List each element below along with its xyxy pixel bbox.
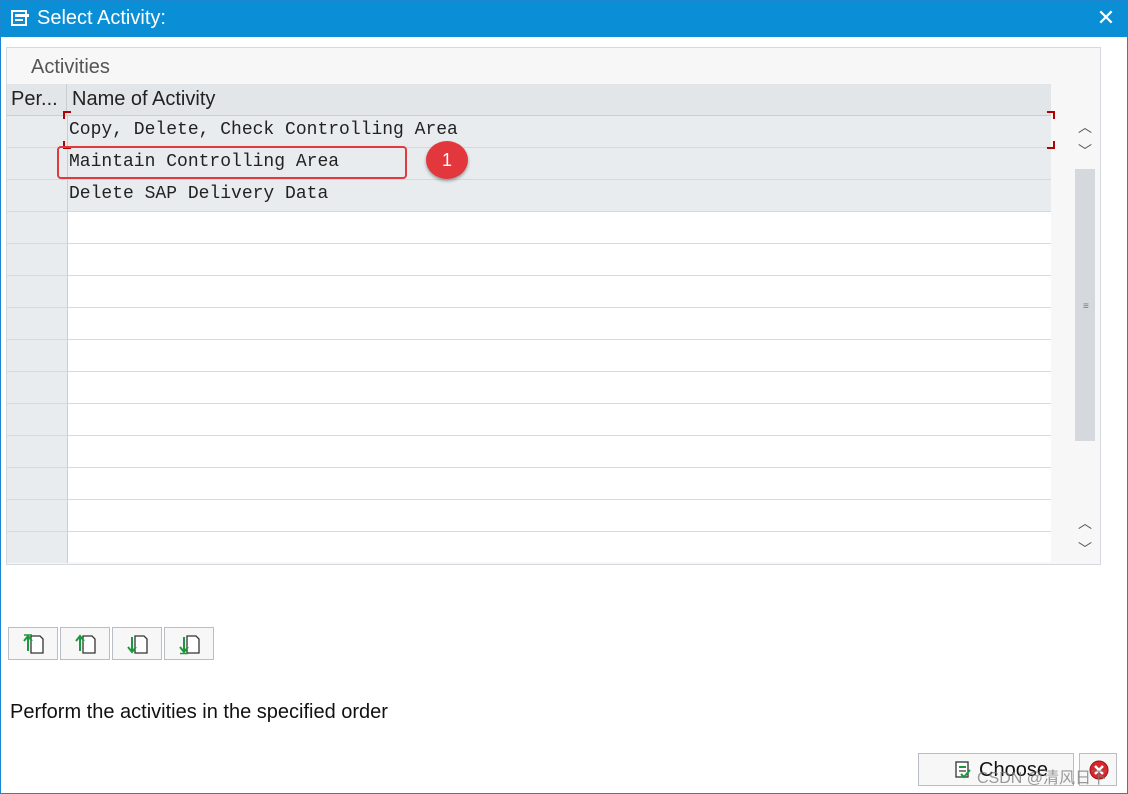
table-row[interactable]: Copy, Delete, Check Controlling Area [7,116,1051,148]
table-row-empty [7,500,1051,532]
table-row-empty [7,372,1051,404]
row-selector [7,244,68,275]
scroll-page-down-icon[interactable]: ﹀ [1076,539,1094,559]
table-header: Per... Name of Activity [7,84,1051,116]
selection-marker [1047,141,1055,149]
row-selector [7,532,68,563]
scroll-up-icon[interactable]: ︿ [1076,117,1094,137]
move-to-top-icon [23,634,44,654]
move-up-button[interactable] [60,627,110,660]
row-selector [7,468,68,499]
row-selector [7,436,68,467]
selection-marker [1047,111,1055,119]
row-selector[interactable] [7,180,68,211]
panel-title: Activities [31,56,110,78]
row-selector [7,212,68,243]
move-up-icon [75,634,96,654]
table-row-empty [7,244,1051,276]
activity-list-icon [11,9,31,27]
table-row-empty [7,212,1051,244]
activity-name[interactable]: Delete SAP Delivery Data [69,184,328,204]
selection-marker [63,111,71,119]
column-header-name[interactable]: Name of Activity [68,84,215,116]
status-message: Perform the activities in the specified … [10,701,388,723]
watermark: CSDN @清风日下 [977,770,1108,787]
vertical-scrollbar[interactable]: ︿ ﹀ ≡ ︿ ﹀ [1072,83,1098,563]
dialog-title: Select Activity: [37,7,166,29]
choose-check-icon [955,761,971,779]
move-to-bottom-button[interactable] [164,627,214,660]
annotation-highlight [57,146,407,179]
move-to-bottom-icon [179,635,200,655]
table-row-empty [7,308,1051,340]
select-activity-dialog: Select Activity: ✕ Activities Per... Nam… [0,0,1128,794]
scroll-page-up-icon[interactable]: ︿ [1076,513,1094,533]
move-to-top-button[interactable] [8,627,58,660]
scrollbar-thumb[interactable]: ≡ [1075,169,1095,441]
grip-icon: ≡ [1083,301,1089,312]
row-selector [7,340,68,371]
close-icon[interactable]: ✕ [1095,7,1117,29]
move-down-button[interactable] [112,627,162,660]
table-row-empty [7,340,1051,372]
row-selector [7,372,68,403]
move-down-icon [127,635,148,654]
column-header-perform[interactable]: Per... [7,84,67,116]
activity-name[interactable]: Copy, Delete, Check Controlling Area [69,120,458,140]
row-selector [7,276,68,307]
annotation-badge: 1 [426,141,468,179]
table-row-empty [7,468,1051,500]
scroll-down-icon[interactable]: ﹀ [1076,141,1094,161]
row-selector [7,500,68,531]
title-bar: Select Activity: ✕ [1,1,1127,37]
row-selector[interactable] [7,116,68,147]
table-row-empty [7,404,1051,436]
table-row-empty [7,276,1051,308]
table-row-empty [7,436,1051,468]
activities-panel: Activities Per... Name of Activity Copy,… [6,47,1101,565]
row-selector [7,404,68,435]
row-selector [7,308,68,339]
table-row[interactable]: Delete SAP Delivery Data [7,180,1051,212]
table-row-empty [7,532,1051,563]
